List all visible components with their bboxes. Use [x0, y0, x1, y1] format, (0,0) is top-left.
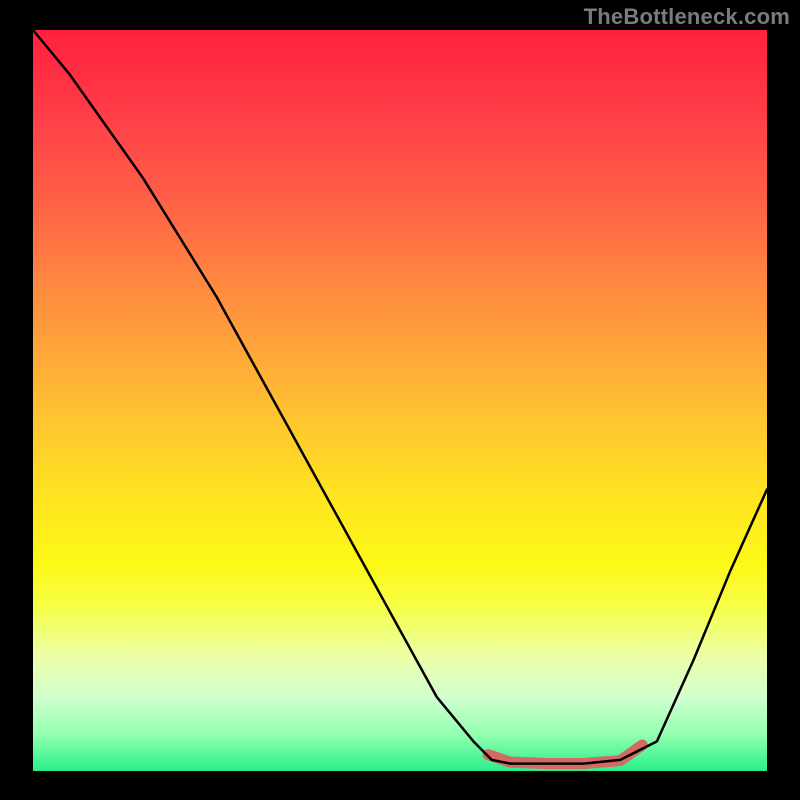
curve-layer	[33, 30, 767, 771]
chart-frame: TheBottleneck.com	[0, 0, 800, 800]
plot-area	[33, 30, 767, 771]
watermark-text: TheBottleneck.com	[584, 4, 790, 30]
main-curve	[33, 30, 767, 764]
